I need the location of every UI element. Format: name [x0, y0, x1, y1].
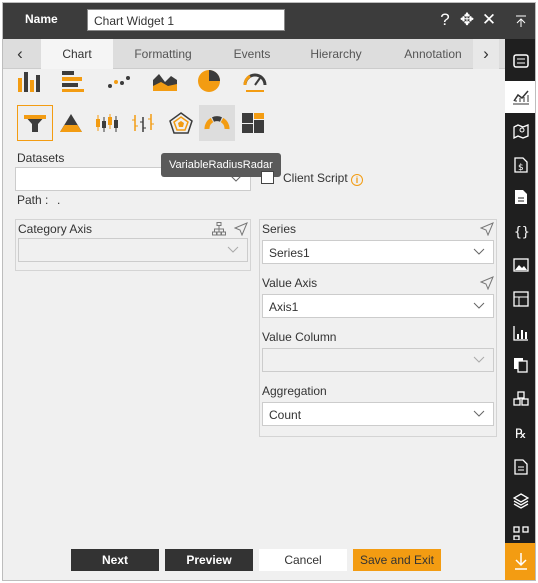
collapse-up-icon[interactable]	[505, 5, 535, 37]
series-label: Series	[262, 222, 297, 236]
pie-chart-icon[interactable]	[191, 63, 227, 99]
column-chart-icon[interactable]	[11, 63, 47, 99]
pyramid-chart-icon[interactable]	[53, 105, 89, 141]
move-icon[interactable]: ✥	[459, 11, 475, 29]
bar-chart-icon[interactable]	[55, 63, 91, 99]
radar-chart-icon[interactable]	[163, 105, 199, 141]
cancel-button[interactable]: Cancel	[259, 549, 347, 571]
svg-text:$: $	[518, 163, 524, 173]
series-select[interactable]: Series1	[262, 240, 494, 264]
svg-text:{}: {}	[514, 225, 529, 239]
help-icon[interactable]: ?	[437, 11, 453, 29]
svg-text:℞: ℞	[515, 427, 527, 441]
image-icon[interactable]	[505, 249, 535, 281]
close-icon[interactable]: ✕	[481, 11, 497, 29]
aggregation-select[interactable]: Count	[262, 402, 494, 426]
tab-next-arrow-icon[interactable]: ›	[473, 39, 499, 69]
save-and-exit-button[interactable]: Save and Exit	[353, 549, 441, 571]
info-icon[interactable]: i	[351, 174, 363, 186]
path-label: Path :	[17, 193, 49, 207]
chevron-down-icon	[473, 356, 485, 363]
chevron-down-icon	[227, 246, 239, 253]
navigation-icon[interactable]	[234, 222, 248, 236]
name-label: Name	[25, 12, 58, 26]
area-chart-icon[interactable]	[147, 63, 183, 99]
category-axis-label: Category Axis	[18, 222, 93, 236]
next-button[interactable]: Next	[71, 549, 159, 571]
tab-hierarchy[interactable]: Hierarchy	[297, 39, 375, 69]
scatter-chart-icon[interactable]	[101, 63, 137, 99]
hierarchy-icon[interactable]	[212, 222, 226, 236]
panel-header: Name Chart Widget 1 ? ✥ ✕	[3, 3, 505, 39]
cubes-icon[interactable]	[505, 383, 535, 415]
ohlc-chart-icon[interactable]	[125, 105, 161, 141]
document-icon[interactable]	[505, 181, 535, 213]
client-script-checkbox[interactable]	[261, 171, 274, 184]
bar-chart-icon[interactable]	[505, 317, 535, 349]
code-braces-icon[interactable]: {}	[505, 215, 535, 247]
widget-properties-panel: Name Chart Widget 1 ? ✥ ✕ ‹ Chart Format…	[2, 2, 536, 581]
grid-layout-icon[interactable]	[505, 283, 535, 315]
value-column-select[interactable]	[262, 348, 494, 372]
client-script-label: Client Script	[283, 171, 348, 185]
layers-icon[interactable]	[505, 485, 535, 517]
category-axis-panel: Category Axis	[15, 219, 251, 271]
variable-radius-radar-icon[interactable]	[199, 105, 235, 141]
copy-icon[interactable]	[505, 349, 535, 381]
chart-icon[interactable]	[505, 81, 535, 113]
aggregation-value: Count	[269, 408, 302, 422]
right-sidebar: $ {} ℞	[505, 3, 535, 580]
series-value: Series1	[269, 246, 310, 260]
gauge-chart-icon[interactable]	[237, 63, 273, 99]
value-column-label: Value Column	[262, 330, 337, 344]
datasets-label: Datasets	[17, 151, 65, 165]
tab-annotation[interactable]: Annotation	[395, 39, 471, 69]
download-icon[interactable]	[505, 543, 535, 580]
chevron-down-icon	[473, 410, 485, 417]
preview-button[interactable]: Preview	[165, 549, 253, 571]
chevron-down-icon	[473, 302, 485, 309]
widget-list-icon[interactable]	[505, 45, 535, 77]
rx-icon[interactable]: ℞	[505, 417, 535, 449]
candlestick-chart-icon[interactable]	[89, 105, 125, 141]
map-icon[interactable]	[505, 115, 535, 147]
path-value: .	[57, 193, 61, 207]
value-axis-value: Axis1	[269, 300, 299, 314]
treemap-chart-icon[interactable]	[235, 105, 271, 141]
funnel-chart-icon[interactable]	[17, 105, 53, 141]
widget-name-input[interactable]: Chart Widget 1	[87, 9, 285, 31]
report-icon[interactable]	[505, 451, 535, 483]
aggregation-label: Aggregation	[262, 384, 327, 398]
navigation-icon[interactable]	[480, 222, 494, 236]
value-axis-label: Value Axis	[262, 276, 318, 290]
category-axis-select[interactable]	[18, 238, 248, 262]
chevron-down-icon	[473, 248, 485, 255]
navigation-icon[interactable]	[480, 276, 494, 290]
dollar-doc-icon[interactable]: $	[505, 149, 535, 181]
series-panel: Series Series1 Value Axis Axis1 Value Co…	[259, 219, 497, 437]
value-axis-select[interactable]: Axis1	[262, 294, 494, 318]
